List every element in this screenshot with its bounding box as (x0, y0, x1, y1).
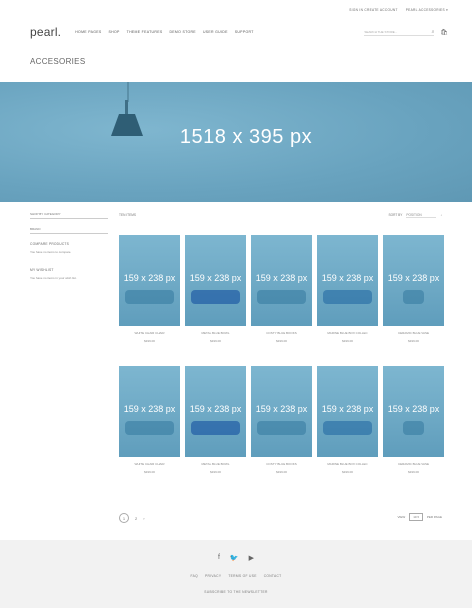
product-card[interactable]: 159 x 238 px COSTY BLUE BOOKS $199.00 (251, 235, 312, 343)
nav-theme-features[interactable]: THEME FEATURES (127, 30, 163, 34)
footer-link-contact[interactable]: CONTACT (264, 574, 282, 578)
language-switcher[interactable]: PEARL ACCESSORIES ▾ (406, 8, 448, 12)
product-name[interactable]: MARINE BLUE BOX COLLEC (317, 331, 378, 335)
product-price: $199.00 (342, 470, 353, 474)
product-name[interactable]: METAL BLUE BOWL (185, 331, 246, 335)
pagination: 1 2 › (119, 513, 145, 523)
product-card[interactable]: 159 x 238 px METAL BLUE BOWL $199.00 (185, 235, 246, 343)
product-image[interactable]: 159 x 238 px (317, 235, 378, 326)
product-image[interactable]: 159 x 238 px (185, 366, 246, 457)
product-name[interactable]: CERAMIC BLUE VASE (383, 462, 444, 466)
product-name[interactable]: WHITE CHAIR CHAIR (119, 462, 180, 466)
product-listing: TEN ITEMS SORT BY POSITION ↓ 159 x 238 p… (119, 210, 444, 474)
product-name[interactable]: COSTY BLUE BOOKS (251, 331, 312, 335)
product-name[interactable]: CERAMIC BLUE VASE (383, 331, 444, 335)
nav-demo-store[interactable]: DEMO STORE (169, 30, 195, 34)
view-label: VIEW (397, 515, 406, 519)
product-price: $199.00 (408, 470, 419, 474)
search-input[interactable]: SEARCH THE STORE... ⌕ (364, 28, 435, 36)
product-card[interactable]: 159 x 238 px CERAMIC BLUE VASE $199.00 (383, 235, 444, 343)
product-image[interactable]: 159 x 238 px (383, 366, 444, 457)
product-card[interactable]: 159 x 238 px METAL BLUE BOWL $199.00 (185, 366, 246, 474)
footer: f 🐦 ▶ FAQ PRIVACY TERMS OF USE CONTACT S… (0, 540, 472, 608)
product-grid-row-2: 159 x 238 px WHITE CHAIR CHAIR $199.00 1… (119, 366, 444, 474)
per-page-label: PER PAGE (426, 515, 442, 519)
nav-home-pages[interactable]: HOME PAGES (75, 30, 101, 34)
main-nav: HOME PAGES SHOP THEME FEATURES DEMO STOR… (75, 30, 253, 34)
hero-banner: 1518 x 395 px (0, 82, 472, 202)
category-filter[interactable]: SHOP BY CATEGORY (30, 210, 108, 219)
compare-heading: COMPARE PRODUCTS (30, 242, 70, 246)
page-size-control: VIEW 10 ▾ PER PAGE (398, 513, 442, 521)
page-title: ACCESORIES (30, 57, 86, 66)
product-price: $199.00 (210, 470, 221, 474)
twitter-icon[interactable]: 🐦 (230, 554, 239, 562)
sidebar: SHOP BY CATEGORY BRAND COMPARE PRODUCTS … (30, 210, 108, 280)
search-placeholder: SEARCH THE STORE... (364, 29, 398, 34)
hero-placeholder-text: 1518 x 395 px (179, 126, 313, 148)
product-price: $199.00 (342, 339, 353, 343)
product-price: $199.00 (144, 470, 155, 474)
wishlist-text: You have no items in your wish list. (30, 276, 77, 280)
product-image[interactable]: 159 x 238 px (317, 366, 378, 457)
product-image[interactable]: 159 x 238 px (251, 235, 312, 326)
sort-direction-icon[interactable]: ↓ (440, 213, 442, 217)
facebook-icon[interactable]: f (218, 554, 220, 562)
social-links: f 🐦 ▶ (0, 554, 472, 562)
page-1-button[interactable]: 1 (119, 513, 129, 523)
cart-icon[interactable]: 🛍 (440, 29, 448, 36)
product-price: $199.00 (276, 339, 287, 343)
header: pearl. HOME PAGES SHOP THEME FEATURES DE… (30, 24, 448, 40)
product-card[interactable]: 159 x 238 px COSTY BLUE BOOKS $199.00 (251, 366, 312, 474)
nav-shop[interactable]: SHOP (109, 30, 120, 34)
footer-links: FAQ PRIVACY TERMS OF USE CONTACT (0, 574, 472, 578)
next-page-icon[interactable]: › (143, 516, 144, 521)
product-price: $199.00 (210, 339, 221, 343)
product-price: $199.00 (144, 339, 155, 343)
product-name[interactable]: WHITE CHAIR CHAIR (119, 331, 180, 335)
logo[interactable]: pearl. (30, 25, 61, 39)
header-actions: SEARCH THE STORE... ⌕ 🛍 (364, 28, 448, 36)
product-image[interactable]: 159 x 238 px (119, 235, 180, 326)
footer-link-privacy[interactable]: PRIVACY (205, 574, 221, 578)
sort-label: SORT BY (388, 213, 403, 217)
hero-lamp-cord (127, 82, 129, 102)
wishlist-heading: MY WISHLIST (30, 268, 54, 272)
product-card[interactable]: 159 x 238 px WHITE CHAIR CHAIR $199.00 (119, 366, 180, 474)
product-card[interactable]: 159 x 238 px MARINE BLUE BOX COLLEC $199… (317, 366, 378, 474)
product-card[interactable]: 159 x 238 px CERAMIC BLUE VASE $199.00 (383, 366, 444, 474)
product-name[interactable]: COSTY BLUE BOOKS (251, 462, 312, 466)
item-count: TEN ITEMS (119, 213, 137, 217)
product-image[interactable]: 159 x 238 px (185, 235, 246, 326)
product-image[interactable]: 159 x 238 px (251, 366, 312, 457)
product-image[interactable]: 159 x 238 px (383, 235, 444, 326)
page-2-button[interactable]: 2 (135, 516, 137, 521)
compare-text: You have no items to compare. (30, 250, 72, 254)
product-grid-row-1: 159 x 238 px WHITE CHAIR CHAIR $199.00 1… (119, 235, 444, 343)
nav-user-guide[interactable]: USER GUIDE (203, 30, 228, 34)
product-name[interactable]: METAL BLUE BOWL (185, 462, 246, 466)
search-icon[interactable]: ⌕ (432, 29, 435, 35)
nav-support[interactable]: SUPPORT (235, 30, 254, 34)
footer-link-terms[interactable]: TERMS OF USE (228, 574, 256, 578)
top-bar: SIGN IN CREATE ACCOUNT PEARL ACCESSORIES… (349, 8, 448, 12)
account-links[interactable]: SIGN IN CREATE ACCOUNT (349, 8, 398, 12)
product-price: $199.00 (408, 339, 419, 343)
product-card[interactable]: 159 x 238 px MARINE BLUE BOX COLLEC $199… (317, 235, 378, 343)
product-name[interactable]: MARINE BLUE BOX COLLEC (317, 462, 378, 466)
product-image[interactable]: 159 x 238 px (119, 366, 180, 457)
sort-control: SORT BY POSITION ↓ (389, 213, 442, 218)
youtube-icon[interactable]: ▶ (249, 554, 254, 562)
product-card[interactable]: 159 x 238 px WHITE CHAIR CHAIR $199.00 (119, 235, 180, 343)
sort-select[interactable]: POSITION (406, 213, 437, 218)
brand-filter[interactable]: BRAND (30, 225, 108, 234)
product-price: $199.00 (276, 470, 287, 474)
newsletter-link[interactable]: SUBSCRIBE TO THE NEWSLETTER (0, 590, 472, 594)
page-size-select[interactable]: 10 ▾ (409, 513, 423, 521)
listing-toolbar: TEN ITEMS SORT BY POSITION ↓ (119, 210, 442, 220)
footer-link-faq[interactable]: FAQ (191, 574, 199, 578)
